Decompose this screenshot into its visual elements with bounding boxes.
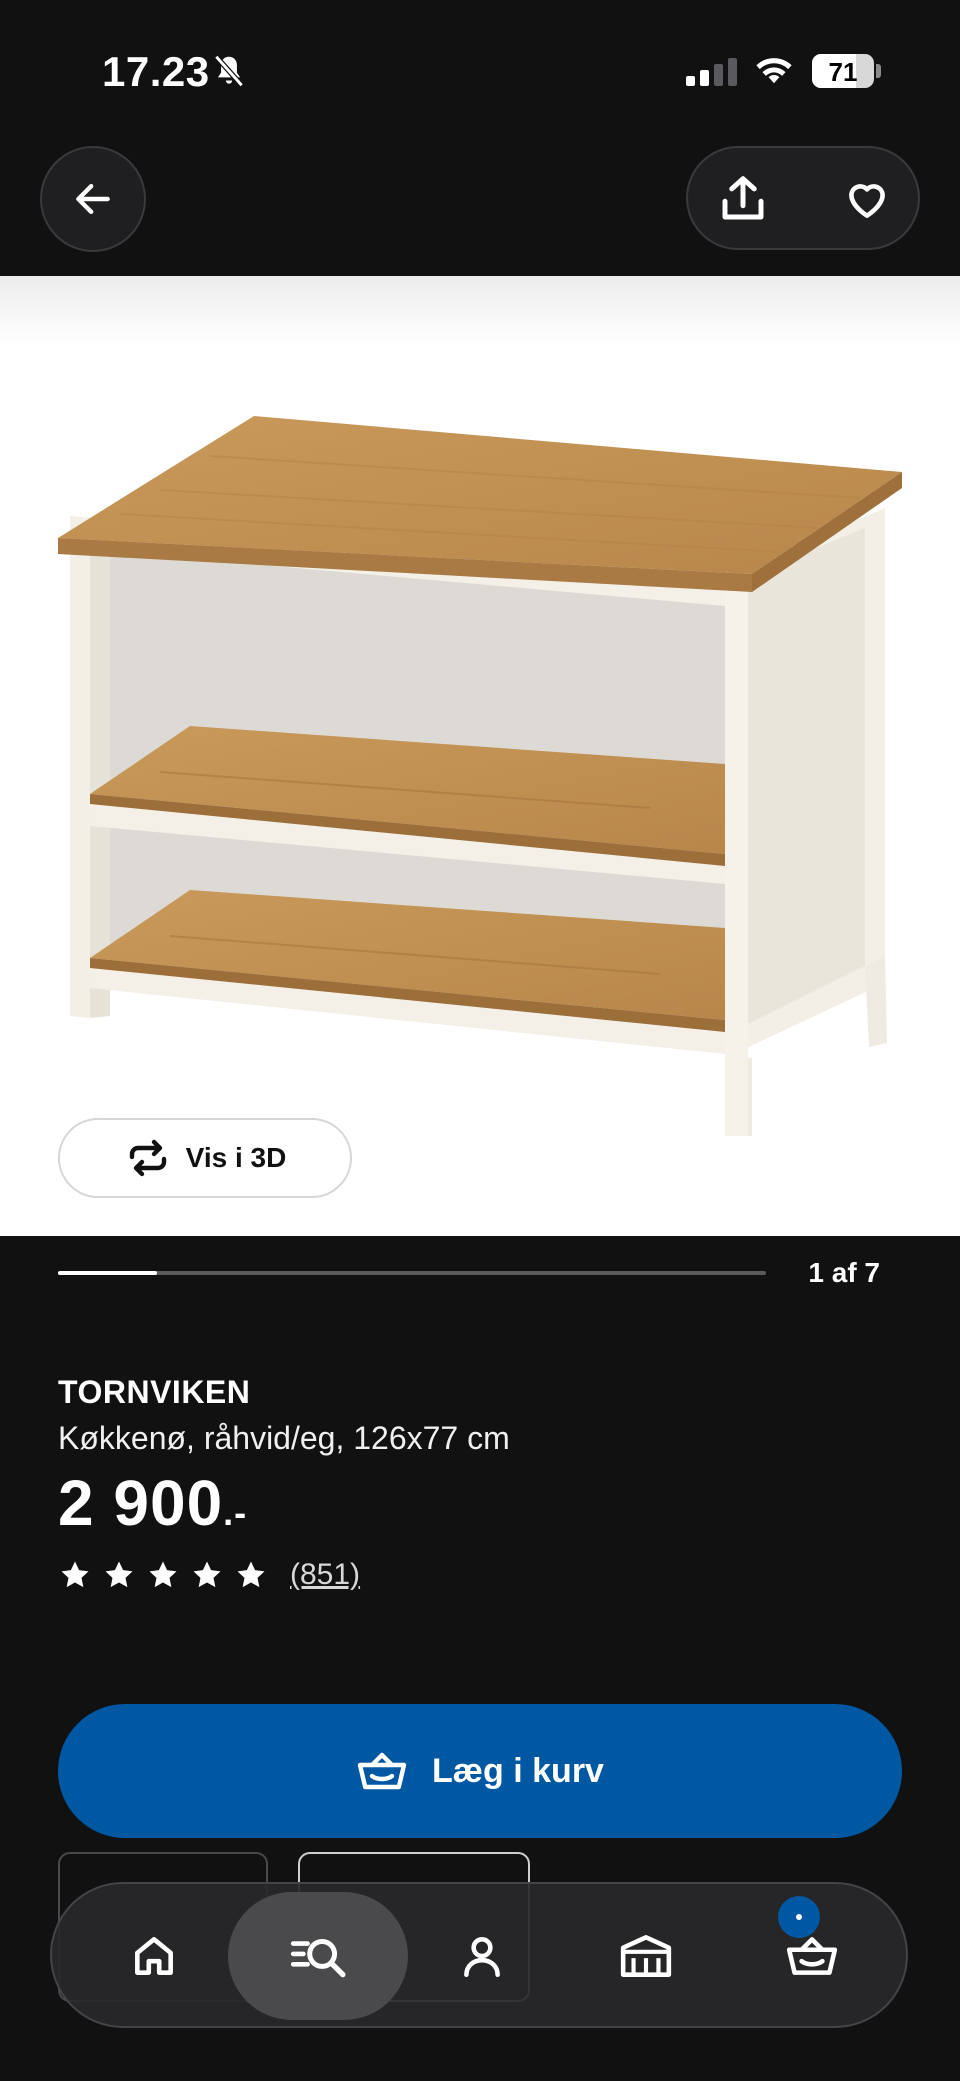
status-time: 17.23: [102, 48, 210, 95]
product-gallery[interactable]: Vis i 3D: [0, 276, 960, 1236]
cart-icon: [357, 1752, 407, 1790]
star-icon: [237, 1561, 265, 1588]
search-list-icon: [290, 1939, 346, 1978]
battery-tip: [876, 64, 881, 78]
tab-search[interactable]: [228, 1892, 408, 2020]
tab-store[interactable]: [598, 1908, 694, 2004]
price-suffix: .-: [223, 1492, 248, 1533]
bell-muted-icon: [214, 54, 244, 88]
cart-icon: [786, 1937, 838, 1975]
add-to-cart-button[interactable]: Læg i kurv: [58, 1704, 902, 1838]
favorite-button[interactable]: [834, 166, 900, 232]
signal-icon: [686, 56, 737, 86]
star-icon: [105, 1561, 133, 1588]
cart-badge: [778, 1896, 820, 1938]
share-icon: [722, 176, 764, 220]
gallery-progress: [58, 1271, 766, 1275]
product-rating[interactable]: (851): [58, 1558, 360, 1592]
tab-account[interactable]: [434, 1908, 530, 2004]
account-icon: [464, 1937, 500, 1978]
header-actions: [686, 146, 920, 250]
tab-home[interactable]: [106, 1908, 202, 2004]
add-to-cart-label: Læg i kurv: [432, 1751, 604, 1790]
gallery-counter: 1 af 7: [808, 1257, 880, 1288]
product-image: [0, 276, 960, 1136]
star-icon: [61, 1561, 89, 1588]
price-value: 2 900: [58, 1467, 224, 1539]
battery-icon: 71: [812, 54, 874, 88]
view-3d-label: Vis i 3D: [185, 1142, 287, 1173]
heart-icon: [849, 184, 885, 218]
review-count-link[interactable]: (851): [290, 1558, 360, 1592]
store-icon: [620, 1935, 672, 1977]
share-button[interactable]: [710, 166, 776, 232]
gallery-progress-fill: [58, 1271, 158, 1275]
product-price: 2 900.-: [58, 1466, 247, 1540]
rotate-3d-icon: [129, 1139, 166, 1177]
star-icon: [193, 1561, 221, 1588]
arrow-left-icon: [76, 183, 110, 215]
back-button[interactable]: [40, 146, 146, 252]
bottom-tab-bar: [50, 1882, 908, 2028]
product-description: Køkkenø, råhvid/eg, 126x77 cm: [58, 1420, 510, 1456]
star-icon: [149, 1561, 177, 1588]
wifi-icon: [756, 58, 792, 84]
product-name: TORNVIKEN: [58, 1374, 251, 1410]
view-3d-button[interactable]: Vis i 3D: [58, 1118, 352, 1198]
home-icon: [135, 1937, 173, 1975]
status-bar: 17.23 71: [0, 0, 960, 140]
battery-level: 71: [828, 57, 858, 87]
